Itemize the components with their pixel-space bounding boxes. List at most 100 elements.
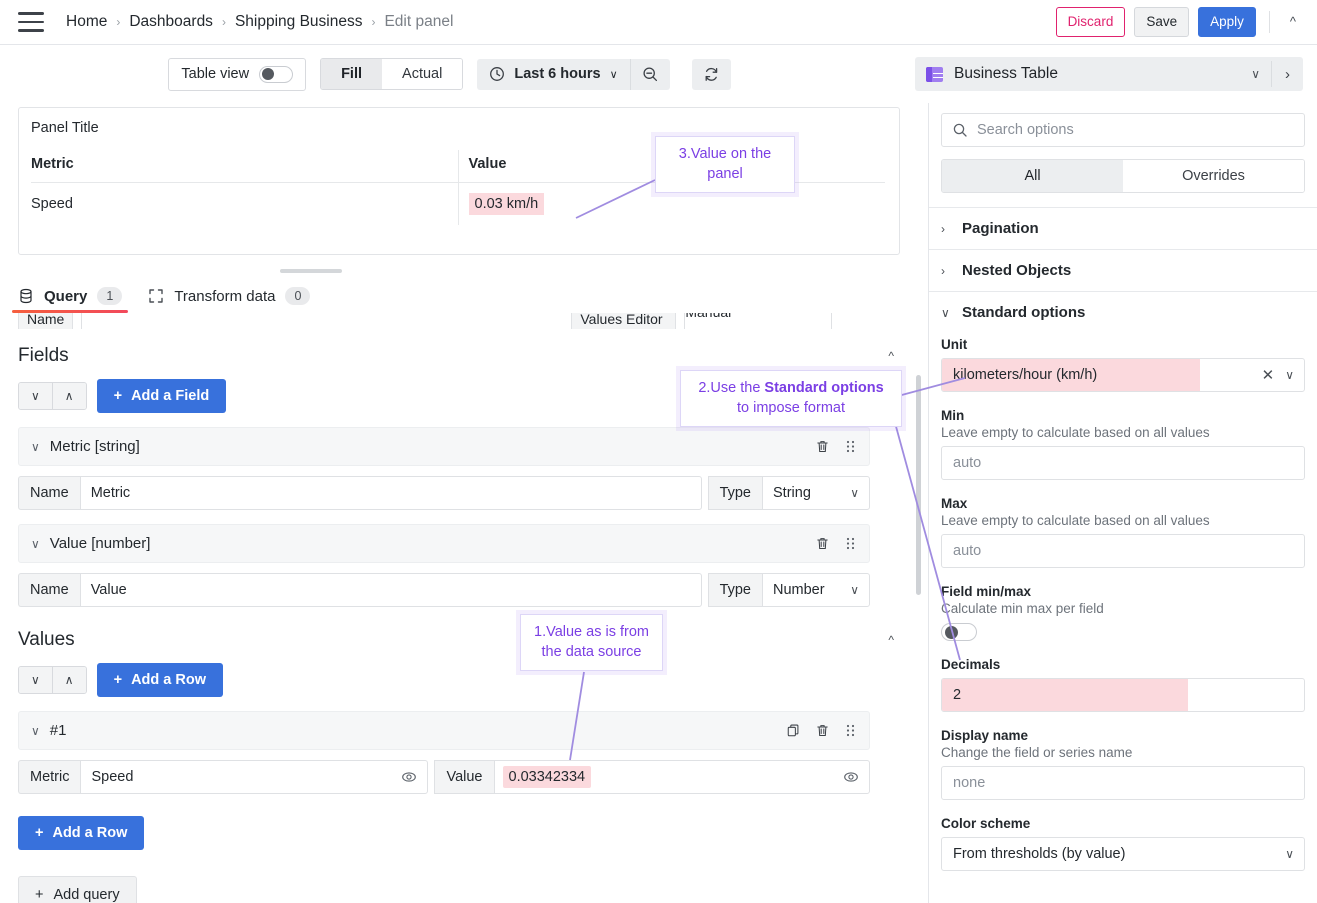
toolbar-controls: Table view Fill Actual Last 6 hours ∨	[0, 58, 909, 91]
drag-handle-icon[interactable]	[844, 439, 857, 454]
field-item-actions	[815, 439, 857, 454]
save-button[interactable]: Save	[1134, 7, 1189, 37]
fields-collapse-icon[interactable]: ^	[888, 349, 928, 363]
visualization-select-button[interactable]: Business Table ∨	[915, 65, 1271, 83]
annotation-1-line1: 1.Value as is from	[534, 624, 649, 640]
breadcrumb-item-shipping-business[interactable]: Shipping Business	[235, 13, 363, 31]
color-scheme-select[interactable]: From thresholds (by value) ∨	[941, 837, 1305, 871]
clipped-name-input[interactable]	[81, 313, 563, 329]
decimals-input[interactable]: 2	[941, 678, 1305, 712]
search-icon	[952, 122, 968, 138]
chevron-up-icon[interactable]: ^	[1283, 11, 1303, 32]
field-minmax-description: Calculate min max per field	[941, 601, 1305, 616]
apply-button[interactable]: Apply	[1198, 7, 1256, 37]
field-row-metric: Name Metric Type String ∨	[18, 476, 870, 510]
add-query-wrapper: + Add query	[0, 876, 928, 903]
trash-icon[interactable]	[815, 439, 830, 454]
field-item-header-metric[interactable]: ∨ Metric [string]	[18, 427, 870, 466]
drag-handle-icon[interactable]	[844, 723, 857, 738]
field-name-input[interactable]: Value	[80, 573, 702, 607]
breadcrumb-item-edit-panel: Edit panel	[384, 13, 453, 31]
display-name-input[interactable]: none	[941, 766, 1305, 800]
unit-select[interactable]: kilometers/hour (km/h) ✕ ∨	[941, 358, 1305, 392]
value-value-text: 0.03342334	[503, 766, 592, 788]
chevron-down-icon[interactable]: ∨	[31, 724, 40, 738]
value-value-input[interactable]: 0.03342334	[494, 760, 871, 794]
options-tab-all[interactable]: All	[942, 160, 1123, 192]
hamburger-menu-icon[interactable]	[18, 12, 44, 32]
editor-tabs: Query 1 Transform data 0	[0, 273, 928, 313]
max-label: Max	[941, 496, 1305, 511]
plus-icon: +	[114, 672, 122, 688]
drag-handle-icon[interactable]	[844, 536, 857, 551]
breadcrumb-item-dashboards[interactable]: Dashboards	[129, 13, 213, 31]
eye-icon[interactable]	[843, 769, 859, 785]
tab-query[interactable]: Query 1	[18, 287, 122, 313]
options-group-pagination[interactable]: › Pagination	[929, 207, 1317, 249]
add-a-row-bottom-button[interactable]: + Add a Row	[18, 816, 144, 850]
options-group-nested-objects[interactable]: › Nested Objects	[929, 249, 1317, 291]
field-type-label: Type	[708, 573, 762, 607]
transform-icon	[148, 288, 164, 304]
close-icon[interactable]: ✕	[1255, 366, 1282, 384]
fields-section-title: Fields	[18, 345, 69, 367]
options-group-standard-options[interactable]: ∨ Standard options	[929, 291, 1317, 333]
table-view-toggle[interactable]: Table view	[168, 58, 306, 91]
value-metric-input[interactable]: Speed	[80, 760, 428, 794]
chevron-down-icon: ∨	[850, 583, 859, 597]
options-tab-overrides[interactable]: Overrides	[1123, 160, 1304, 192]
value-metric-text: Speed	[91, 769, 133, 785]
values-collapse-icon[interactable]: ^	[888, 633, 928, 647]
field-minmax-toggle[interactable]	[941, 623, 977, 641]
display-name-description: Change the field or series name	[941, 745, 1305, 760]
unit-value: kilometers/hour (km/h)	[942, 359, 1200, 391]
tab-transform-badge: 0	[285, 287, 310, 305]
clipped-values-editor-select[interactable]: Manual	[684, 313, 832, 329]
max-description: Leave empty to calculate based on all va…	[941, 513, 1305, 528]
table-view-label: Table view	[181, 66, 249, 82]
max-input[interactable]: auto	[941, 534, 1305, 568]
search-options-field[interactable]: Search options	[941, 113, 1305, 147]
add-query-button[interactable]: + Add query	[18, 876, 137, 903]
discard-button[interactable]: Discard	[1056, 7, 1126, 37]
min-input[interactable]: auto	[941, 446, 1305, 480]
trash-icon[interactable]	[815, 723, 830, 738]
query-editor-scrollbar[interactable]	[916, 375, 921, 595]
chevron-down-icon[interactable]: ∨	[31, 440, 40, 454]
field-item-header-value[interactable]: ∨ Value [number]	[18, 524, 870, 563]
top-actions: Discard Save Apply ^	[1056, 7, 1303, 37]
cell-value-highlight: 0.03 km/h	[469, 193, 545, 215]
field-type-select[interactable]: Number ∨	[762, 573, 870, 607]
refresh-button[interactable]	[692, 59, 731, 90]
column-header-metric[interactable]: Metric	[31, 150, 458, 183]
plus-icon: +	[114, 388, 122, 404]
actual-option[interactable]: Actual	[382, 59, 462, 89]
value-row-header[interactable]: ∨ #1	[18, 711, 870, 750]
add-a-field-label: Add a Field	[131, 388, 209, 404]
sort-down-icon[interactable]: ∨	[19, 667, 52, 693]
add-a-field-button[interactable]: + Add a Field	[97, 379, 227, 413]
add-row-bottom-wrapper: + Add a Row	[18, 816, 928, 850]
sort-down-icon[interactable]: ∨	[19, 383, 52, 409]
table-view-switch[interactable]	[259, 66, 293, 83]
tab-transform-data[interactable]: Transform data 0	[148, 287, 310, 313]
min-description: Leave empty to calculate based on all va…	[941, 425, 1305, 440]
field-name-input[interactable]: Metric	[80, 476, 702, 510]
eye-icon[interactable]	[401, 769, 417, 785]
add-a-row-label: Add a Row	[131, 672, 206, 688]
time-range-button[interactable]: Last 6 hours ∨	[477, 59, 629, 89]
chevron-down-icon[interactable]: ∨	[1281, 847, 1304, 861]
add-a-row-button[interactable]: + Add a Row	[97, 663, 223, 697]
copy-icon[interactable]	[786, 723, 801, 738]
trash-icon[interactable]	[815, 536, 830, 551]
sort-up-icon[interactable]: ∧	[52, 383, 86, 409]
fill-option[interactable]: Fill	[321, 59, 382, 89]
chevron-down-icon[interactable]: ∨	[1281, 368, 1304, 382]
chevron-right-icon[interactable]: ›	[1272, 66, 1303, 83]
field-type-select[interactable]: String ∨	[762, 476, 870, 510]
zoom-out-button[interactable]	[631, 59, 670, 90]
max-placeholder: auto	[942, 535, 1304, 567]
breadcrumb-item-home[interactable]: Home	[66, 13, 107, 31]
chevron-down-icon[interactable]: ∨	[31, 537, 40, 551]
sort-up-icon[interactable]: ∧	[52, 667, 86, 693]
